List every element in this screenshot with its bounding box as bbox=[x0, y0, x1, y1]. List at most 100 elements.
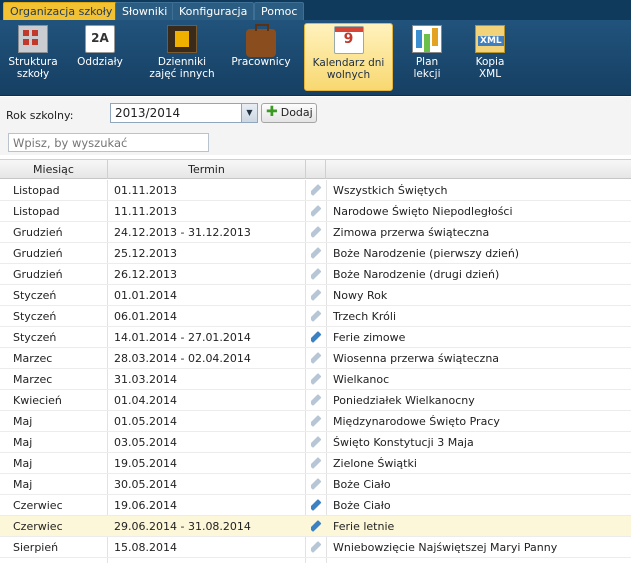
edit-cell[interactable] bbox=[311, 453, 325, 473]
ribbon-kopia-xml-button[interactable]: Kopia XML bbox=[458, 23, 522, 91]
month-cell: Grudzień bbox=[13, 268, 63, 281]
pencil-icon[interactable] bbox=[311, 183, 322, 197]
column-header-term[interactable]: Termin bbox=[108, 160, 306, 179]
pencil-icon[interactable] bbox=[311, 393, 322, 407]
table-row[interactable]: Styczeń 01.01.2014 Nowy Rok bbox=[0, 285, 631, 306]
edit-cell[interactable] bbox=[311, 201, 325, 221]
ribbon-oddzialy-button[interactable]: 2A Oddziały bbox=[67, 23, 133, 91]
pencil-icon[interactable] bbox=[311, 288, 322, 302]
table-row[interactable]: Maj 01.05.2014 Międzynarodowe Święto Pracy bbox=[0, 411, 631, 432]
edit-cell[interactable] bbox=[311, 411, 325, 431]
term-cell: 11.11.2013 bbox=[114, 205, 177, 218]
menu-tab-label: Organizacja szkoły bbox=[10, 5, 113, 18]
edit-cell[interactable] bbox=[311, 180, 325, 200]
term-cell: 01.01.2014 bbox=[114, 289, 177, 302]
edit-cell[interactable] bbox=[311, 222, 325, 242]
menu-tab-konfiguracja[interactable]: Konfiguracja bbox=[172, 2, 255, 20]
pencil-icon[interactable] bbox=[311, 414, 322, 428]
holiday-name-cell: Wiosenna przerwa świąteczna bbox=[333, 352, 500, 365]
chevron-down-icon[interactable]: ▼ bbox=[241, 104, 257, 122]
edit-cell[interactable] bbox=[311, 348, 325, 368]
term-cell: 03.05.2014 bbox=[114, 436, 177, 449]
table-row[interactable]: Listopad 01.11.2013 Wszystkich Świętych bbox=[0, 180, 631, 201]
pencil-icon[interactable] bbox=[311, 330, 322, 344]
table-row[interactable]: Listopad 11.11.2013 Narodowe Święto Niepod… bbox=[0, 201, 631, 222]
pencil-icon[interactable] bbox=[311, 225, 322, 239]
pencil-icon[interactable] bbox=[311, 435, 322, 449]
edit-cell[interactable] bbox=[311, 474, 325, 494]
edit-cell[interactable] bbox=[311, 369, 325, 389]
table-row[interactable]: Grudzień 24.12.2013 - 31.12.2013 Zimowa pr… bbox=[0, 222, 631, 243]
pencil-icon[interactable] bbox=[311, 540, 322, 554]
month-cell: Listopad bbox=[13, 205, 60, 218]
pencil-icon[interactable] bbox=[311, 204, 322, 218]
add-button[interactable]: ✚ Dodaj bbox=[261, 103, 317, 123]
edit-cell[interactable] bbox=[311, 285, 325, 305]
menu-tab-organizacja[interactable]: Organizacja szkoły bbox=[3, 2, 120, 20]
month-cell: Listopad bbox=[13, 184, 60, 197]
holiday-name-cell: Ferie zimowe bbox=[333, 331, 406, 344]
table-row[interactable]: Kwiecień 01.04.2014 Poniedziałek Wielkanoc… bbox=[0, 390, 631, 411]
column-header-name bbox=[326, 160, 631, 179]
class-2a-icon: 2A bbox=[85, 25, 115, 53]
term-cell: 25.12.2013 bbox=[114, 247, 177, 260]
pencil-icon[interactable] bbox=[311, 477, 322, 491]
term-cell: 14.01.2014 - 27.01.2014 bbox=[114, 331, 251, 344]
ribbon-dzienniki-button[interactable]: Dzienniki zajęć innych bbox=[146, 23, 218, 91]
school-year-select[interactable]: 2013/2014 ▼ bbox=[110, 103, 258, 123]
ribbon-plan-lekcji-button[interactable]: Plan lekcji bbox=[395, 23, 459, 91]
holiday-name-cell: Ferie letnie bbox=[333, 520, 395, 533]
ribbon-pracownicy-button[interactable]: Pracownicy bbox=[227, 23, 295, 91]
menu-tab-pomoc[interactable]: Pomoc bbox=[254, 2, 305, 20]
search-input[interactable] bbox=[8, 133, 209, 152]
pencil-icon[interactable] bbox=[311, 246, 322, 260]
holiday-name-cell: Międzynarodowe Święto Pracy bbox=[333, 415, 500, 428]
month-cell: Czerwiec bbox=[13, 499, 63, 512]
edit-cell[interactable] bbox=[311, 243, 325, 263]
pencil-icon[interactable] bbox=[311, 309, 322, 323]
edit-cell[interactable] bbox=[311, 432, 325, 452]
month-cell: Sierpień bbox=[13, 541, 59, 554]
pencil-icon[interactable] bbox=[311, 372, 322, 386]
table-row[interactable]: Maj 30.05.2014 Boże Ciało bbox=[0, 474, 631, 495]
month-cell: Czerwiec bbox=[13, 520, 63, 533]
edit-cell[interactable] bbox=[311, 390, 325, 410]
table-row[interactable]: Marzec 28.03.2014 - 02.04.2014 Wiosenna pr… bbox=[0, 348, 631, 369]
edit-cell[interactable] bbox=[311, 537, 325, 557]
table-row[interactable]: Maj 19.05.2014 Zielone Świątki bbox=[0, 453, 631, 474]
pencil-icon[interactable] bbox=[311, 456, 322, 470]
edit-cell[interactable] bbox=[311, 495, 325, 515]
table-row[interactable]: Maj 03.05.2014 Święto Konstytucji 3 Maja bbox=[0, 432, 631, 453]
pencil-icon[interactable] bbox=[311, 351, 322, 365]
table-row[interactable]: Marzec 31.03.2014 Wielkanoc bbox=[0, 369, 631, 390]
table-row[interactable]: Czerwiec 19.06.2014 Boże Ciało bbox=[0, 495, 631, 516]
edit-cell[interactable] bbox=[311, 306, 325, 326]
pencil-icon[interactable] bbox=[311, 519, 322, 533]
edit-cell[interactable] bbox=[311, 264, 325, 284]
month-cell: Styczeń bbox=[13, 310, 57, 323]
table-row[interactable]: Sierpień 15.08.2014 Wniebowzięcie Najświęt… bbox=[0, 537, 631, 558]
pencil-icon[interactable] bbox=[311, 498, 322, 512]
table-row[interactable]: Styczeń 06.01.2014 Trzech Króli bbox=[0, 306, 631, 327]
term-cell: 29.06.2014 - 31.08.2014 bbox=[114, 520, 251, 533]
column-header-month[interactable]: Miesiąc bbox=[0, 160, 108, 179]
edit-cell[interactable] bbox=[311, 516, 325, 536]
holiday-name-cell: Wniebowzięcie Najświętszej Maryi Panny bbox=[333, 541, 558, 554]
menu-tab-slowniki[interactable]: Słowniki bbox=[115, 2, 175, 20]
ribbon-label: Kopia bbox=[475, 56, 505, 68]
plus-icon: ✚ bbox=[266, 104, 278, 120]
timetable-icon bbox=[412, 25, 442, 53]
top-menu-bar: Organizacja szkoły Słowniki Konfiguracja… bbox=[0, 0, 631, 20]
holiday-name-cell: Zimowa przerwa świąteczna bbox=[333, 226, 490, 239]
edit-cell[interactable] bbox=[311, 327, 325, 347]
ribbon-struktura-szkoly-button[interactable]: Struktura szkoły bbox=[0, 23, 66, 91]
ribbon-kalendarz-button[interactable]: 9 Kalendarz dni wolnych bbox=[304, 23, 393, 91]
film-journal-icon bbox=[167, 25, 197, 53]
table-row[interactable]: Styczeń 14.01.2014 - 27.01.2014 Ferie zimo… bbox=[0, 327, 631, 348]
table-row[interactable]: Grudzień 26.12.2013 Boże Narodzenie (drugi… bbox=[0, 264, 631, 285]
briefcase-icon bbox=[246, 24, 276, 57]
table-row[interactable]: Czerwiec 29.06.2014 - 31.08.2014 Ferie let… bbox=[0, 516, 631, 537]
table-row[interactable]: Grudzień 25.12.2013 Boże Narodzenie (pierw… bbox=[0, 243, 631, 264]
month-cell: Maj bbox=[13, 436, 33, 449]
pencil-icon[interactable] bbox=[311, 267, 322, 281]
